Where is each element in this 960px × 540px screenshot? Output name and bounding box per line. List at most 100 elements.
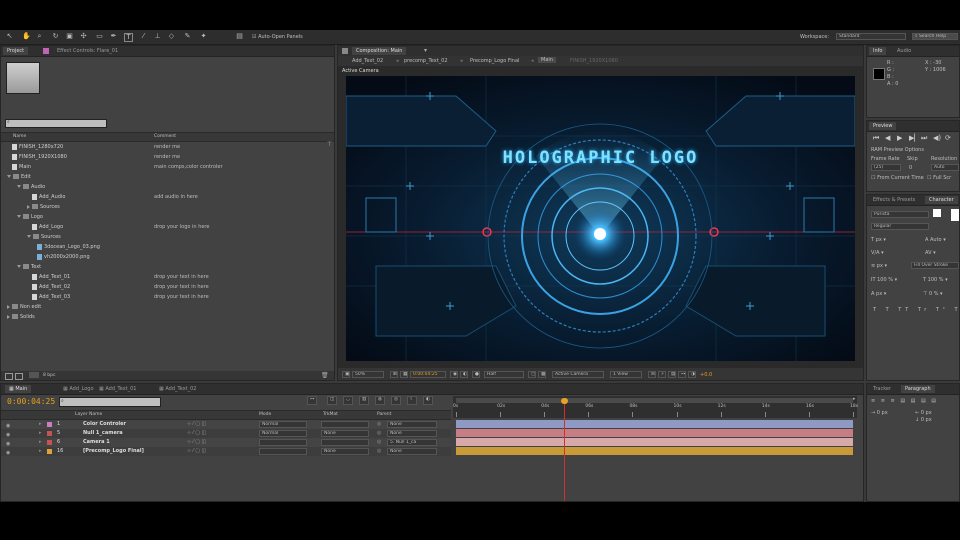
project-item[interactable]: Add_Logo drop your logo in here: [3, 222, 325, 232]
parent-pickwhip-icon[interactable]: ◎: [377, 438, 381, 447]
tracking-field[interactable]: AV ▾: [925, 250, 936, 256]
layer-parent-select[interactable]: 5. Null 1_ca: [387, 439, 437, 446]
first-frame-icon[interactable]: ⏮: [873, 134, 879, 143]
baseline-shift-field[interactable]: A px ▾: [871, 291, 886, 297]
collapse-triangle-icon[interactable]: [7, 314, 10, 319]
workspace-select[interactable]: Standard: [836, 33, 906, 40]
breadcrumb-item[interactable]: Add_Text_02: [352, 58, 383, 64]
work-area-bar[interactable]: [456, 398, 853, 403]
project-item[interactable]: Add_Text_01 drop your text in here: [3, 272, 325, 282]
breadcrumb-item[interactable]: Precomp_Logo Final: [470, 58, 519, 64]
puppet-tool-icon[interactable]: ✦: [200, 33, 207, 40]
layer-name[interactable]: Null 1_camera: [83, 429, 123, 438]
layer-switches[interactable]: ⊹ ⁄ ▢ ◫: [187, 429, 206, 438]
expand-triangle-icon[interactable]: [27, 235, 31, 238]
zoom-select[interactable]: 50%: [352, 371, 384, 378]
column-trkmat[interactable]: TrkMat: [323, 412, 338, 417]
horizontal-scale-field[interactable]: T 100 % ▾: [923, 277, 948, 283]
layer-row[interactable]: ◉ ▸ 6 Camera 1 ⊹ ⁄ ▢ ◫ ◎ 5. Null 1_ca: [1, 438, 451, 447]
layer-switches[interactable]: ⊹ ⁄ ▢ ◫: [187, 420, 206, 429]
layer-name[interactable]: Color Controler: [83, 420, 126, 429]
roto-brush-icon[interactable]: ✎: [184, 33, 191, 40]
parent-pickwhip-icon[interactable]: ◎: [377, 420, 381, 429]
vertical-scale-field[interactable]: IT 100 % ▾: [871, 277, 897, 283]
time-ruler[interactable]: 0s 02s 04s 06s 08s 10s 12s 14s 16s 18s: [453, 396, 858, 418]
next-frame-icon[interactable]: ▶▏: [909, 134, 920, 142]
eraser-tool-icon[interactable]: ◇: [168, 33, 175, 40]
layer-trkmat-select[interactable]: None: [321, 448, 369, 455]
timeline-search-input[interactable]: ⌕: [59, 397, 161, 407]
project-item[interactable]: Text: [3, 262, 325, 272]
comp-button-icon[interactable]: ▸: [853, 396, 859, 404]
camera-tool-icon[interactable]: ▣: [66, 33, 73, 40]
reset-exposure-icon[interactable]: ◑: [688, 371, 696, 378]
tab-character[interactable]: Character: [925, 196, 958, 204]
graph-editor-icon[interactable]: ⌇: [407, 396, 417, 405]
channel-icon[interactable]: ●: [472, 371, 480, 378]
leading-field[interactable]: A Auto ▾: [925, 237, 946, 243]
exposure-value[interactable]: +0.0: [700, 372, 712, 378]
layer-trkmat-select[interactable]: [321, 421, 369, 428]
breadcrumb-item[interactable]: FINISH_1920X1080: [570, 58, 618, 64]
layer-label-color[interactable]: [47, 440, 52, 445]
project-item[interactable]: Solids: [3, 312, 325, 322]
space-after-field[interactable]: ↓ 0 px: [915, 417, 932, 423]
column-name[interactable]: Name: [13, 134, 26, 139]
trash-icon[interactable]: 🗑: [321, 372, 329, 379]
grid-icon[interactable]: ▦: [400, 371, 408, 378]
stroke-color-swatch[interactable]: [951, 209, 959, 221]
resolution-preview-select[interactable]: Auto: [931, 164, 959, 171]
tab-project[interactable]: Project: [3, 47, 29, 55]
expand-triangle-icon[interactable]: [17, 185, 21, 188]
rotate-tool-icon[interactable]: ↻: [52, 33, 59, 40]
parent-pickwhip-icon[interactable]: ◎: [377, 429, 381, 438]
stroke-width-field[interactable]: ≡ px ▾: [871, 263, 887, 269]
collapse-triangle-icon[interactable]: [7, 304, 10, 309]
hand-tool-icon[interactable]: ✋: [22, 33, 31, 40]
magnification-icon[interactable]: ▣: [342, 371, 350, 378]
tab-timeline-main[interactable]: ▦ Main: [5, 385, 32, 393]
view-layout-select[interactable]: 1 View: [610, 371, 642, 378]
flowchart-icon[interactable]: ⊤: [327, 141, 333, 149]
expand-triangle-icon[interactable]: [17, 215, 21, 218]
font-family-select[interactable]: Purista: [871, 211, 929, 218]
loop-icon[interactable]: ⟳: [945, 134, 951, 142]
flowchart-view-icon[interactable]: ⊶: [678, 371, 686, 378]
layer-duration-bar[interactable]: [456, 420, 853, 428]
full-screen-checkbox[interactable]: ☐ Full Scr: [927, 175, 951, 181]
layer-label-color[interactable]: [47, 431, 52, 436]
project-item[interactable]: Audio: [3, 182, 325, 192]
composition-viewer[interactable]: HOLOGRAPHIC LOGO: [345, 76, 856, 361]
tab-timeline-add-text-01[interactable]: ▦ Add_Text_01: [95, 385, 140, 393]
tab-effect-controls[interactable]: Effect Controls: Flare_01: [53, 47, 122, 55]
layer-switches[interactable]: ⊹ ⁄ ▢ ◫: [187, 447, 206, 456]
twirl-triangle-icon[interactable]: ▸: [39, 438, 42, 447]
pen-tool-icon[interactable]: ✒: [110, 33, 117, 40]
tab-effects-presets[interactable]: Effects & Presets: [869, 196, 919, 204]
frame-rate-select[interactable]: (25): [871, 164, 901, 171]
selection-tool-icon[interactable]: ↖: [6, 33, 13, 40]
column-mode[interactable]: Mode: [259, 412, 271, 417]
tab-info[interactable]: Info: [869, 47, 887, 55]
project-item[interactable]: Add_Text_02 drop your text in here: [3, 282, 325, 292]
tab-audio[interactable]: Audio: [893, 47, 915, 55]
layer-name[interactable]: Camera 1: [83, 438, 110, 447]
layer-parent-select[interactable]: None: [387, 421, 437, 428]
fill-color-swatch[interactable]: [933, 209, 941, 217]
zoom-tool-icon[interactable]: ⌕: [36, 33, 43, 40]
comp-mini-flowchart-icon[interactable]: ⊶: [307, 396, 317, 405]
from-current-time-checkbox[interactable]: ☐ From Current Time: [871, 175, 924, 181]
motion-blur-icon[interactable]: ◍: [375, 396, 385, 405]
playhead[interactable]: [561, 398, 569, 501]
layer-duration-bar[interactable]: [456, 447, 853, 455]
column-layer-name[interactable]: Layer Name: [75, 412, 102, 417]
tab-paragraph[interactable]: Paragraph: [901, 385, 935, 393]
project-item[interactable]: 3docean_Logo_03.png: [3, 242, 325, 252]
tab-timeline-add-text-02[interactable]: ▦ Add_Text_02: [155, 385, 200, 393]
layer-parent-select[interactable]: None: [387, 430, 437, 437]
project-item[interactable]: Edit: [3, 172, 325, 182]
paragraph-align-buttons[interactable]: ≡ ≡ ≡ ▤ ▤ ▤ ▤: [871, 398, 938, 404]
project-item[interactable]: Sources: [3, 202, 325, 212]
last-frame-icon[interactable]: ⏭: [921, 134, 927, 143]
mask-tool-icon[interactable]: ▭: [96, 33, 103, 40]
